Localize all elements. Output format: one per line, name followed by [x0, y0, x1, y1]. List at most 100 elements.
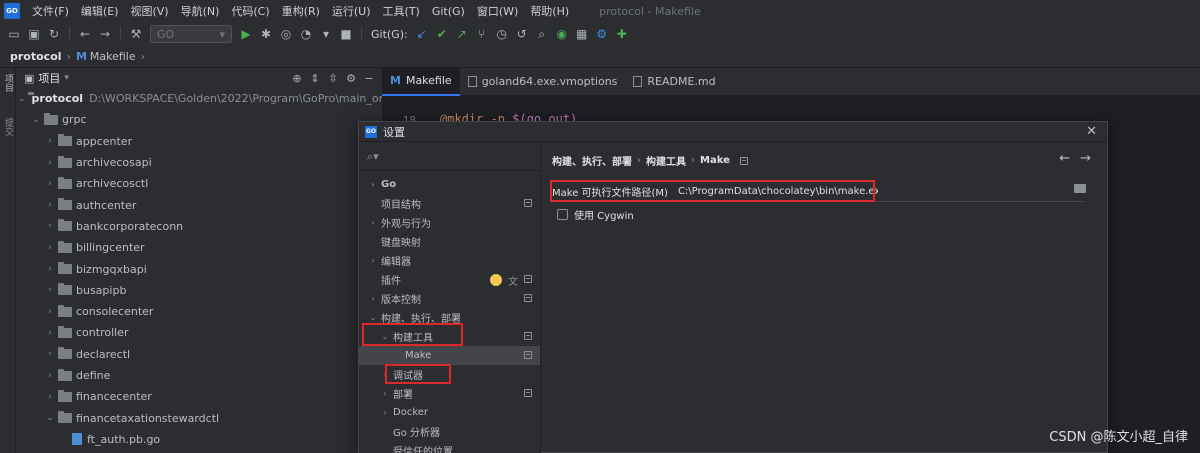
tab-makefile[interactable]: M Makefile: [382, 67, 460, 96]
settings-search-input[interactable]: [382, 150, 523, 163]
tree-folder[interactable]: › appcenter: [16, 131, 382, 152]
tree-file[interactable]: ft_auth.pb.go: [16, 429, 382, 450]
save-icon[interactable]: ▣: [24, 24, 44, 44]
nav-item-build-execution-deployment[interactable]: ⌄ 构建、执行、部署: [359, 308, 540, 327]
tree-folder[interactable]: › bizmgqxbapi: [16, 258, 382, 279]
menu-file[interactable]: 文件(F): [26, 3, 75, 19]
chevron-right-icon[interactable]: ›: [44, 264, 56, 274]
nav-item-vcs[interactable]: › 版本控制: [359, 289, 540, 308]
pane-breadcrumb-item[interactable]: 构建工具: [646, 153, 686, 168]
git-history-icon[interactable]: ◷: [492, 24, 512, 44]
chevron-right-icon[interactable]: ›: [44, 158, 56, 168]
more-run-icon[interactable]: ▾: [316, 24, 336, 44]
sync-icon[interactable]: ↻: [44, 24, 64, 44]
forward-arrow-icon[interactable]: →: [1080, 151, 1091, 166]
back-icon[interactable]: ←: [75, 24, 95, 44]
chevron-right-icon[interactable]: ›: [44, 371, 56, 381]
profile-icon[interactable]: ◔: [296, 24, 316, 44]
git-commit-icon[interactable]: ✔: [432, 24, 452, 44]
chevron-right-icon[interactable]: ›: [44, 243, 56, 253]
menu-view[interactable]: 视图(V): [124, 3, 174, 19]
debug-icon[interactable]: ✱: [256, 24, 276, 44]
breadcrumb-file[interactable]: Makefile: [90, 50, 136, 63]
search-icon[interactable]: ⌕: [532, 24, 552, 44]
nav-item-keymap[interactable]: 键盘映射: [359, 232, 540, 251]
nav-item-go-profiler[interactable]: Go 分析器: [359, 422, 540, 441]
tree-folder[interactable]: › controller: [16, 322, 382, 343]
nav-item-deployment[interactable]: › 部署: [359, 384, 540, 403]
menu-edit[interactable]: 编辑(E): [75, 3, 125, 19]
nav-item-editor[interactable]: › 编辑器: [359, 251, 540, 270]
tree-folder[interactable]: › financecenter: [16, 386, 382, 407]
settings-icon[interactable]: ⚙: [592, 24, 612, 44]
nav-item-go[interactable]: › Go: [359, 175, 540, 194]
git-rollback-icon[interactable]: ↺: [512, 24, 532, 44]
expand-all-icon[interactable]: ⇕: [306, 70, 324, 86]
tree-folder[interactable]: › declarectl: [16, 344, 382, 365]
run-icon[interactable]: ▶: [236, 24, 256, 44]
breadcrumb-project[interactable]: protocol: [10, 50, 62, 63]
cygwin-option[interactable]: 使用 Cygwin: [557, 207, 634, 222]
collapse-all-icon[interactable]: ⇳: [324, 70, 342, 86]
menu-tools[interactable]: 工具(T): [377, 3, 426, 19]
menu-navigate[interactable]: 导航(N): [175, 3, 226, 19]
menu-code[interactable]: 代码(C): [225, 3, 275, 19]
tree-folder-grpc[interactable]: ⌄ grpc: [16, 109, 382, 130]
tab-vmoptions[interactable]: goland64.exe.vmoptions: [460, 68, 626, 96]
nav-item-make[interactable]: Make: [359, 346, 540, 365]
chevron-right-icon[interactable]: ›: [44, 200, 56, 210]
chevron-right-icon[interactable]: ›: [44, 307, 56, 317]
nav-item-plugins[interactable]: 插件 文: [359, 270, 540, 289]
chevron-right-icon[interactable]: ›: [44, 392, 56, 402]
chevron-right-icon[interactable]: ›: [44, 349, 56, 359]
gear-icon[interactable]: ⚙: [342, 70, 360, 86]
make-path-input[interactable]: [677, 185, 878, 197]
nav-item-project-structure[interactable]: 项目结构: [359, 194, 540, 213]
git-update-icon[interactable]: ↙: [412, 24, 432, 44]
chevron-down-icon[interactable]: ⌄: [18, 94, 26, 104]
forward-icon[interactable]: →: [95, 24, 115, 44]
menu-git[interactable]: Git(G): [426, 5, 471, 18]
close-icon[interactable]: ✕: [1086, 124, 1097, 139]
chevron-down-icon[interactable]: ⌄: [30, 115, 42, 125]
git-branch-icon[interactable]: ⑂: [472, 24, 492, 44]
tree-folder[interactable]: ⌄ financetaxationstewardctl: [16, 407, 382, 428]
back-arrow-icon[interactable]: ←: [1059, 151, 1070, 166]
open-folder-icon[interactable]: ▭: [4, 24, 24, 44]
tree-root[interactable]: ⌄ protocol D:\WORKSPACE\Golden\2022\Prog…: [16, 88, 433, 109]
nav-item-debugger[interactable]: › 调试器: [359, 365, 540, 384]
stop-icon[interactable]: ■: [336, 24, 356, 44]
menu-window[interactable]: 窗口(W): [471, 3, 524, 19]
tree-folder[interactable]: › authcenter: [16, 194, 382, 215]
stripe-commit-tab[interactable]: 提交: [3, 118, 13, 136]
menu-refactor[interactable]: 重构(R): [276, 3, 326, 19]
build-hammer-icon[interactable]: ⚒: [126, 24, 146, 44]
nav-item-trusted-locations[interactable]: 受信任的位置: [359, 441, 540, 453]
browse-folder-icon[interactable]: [1074, 184, 1086, 193]
services-icon[interactable]: ◉: [552, 24, 572, 44]
chevron-right-icon[interactable]: ›: [44, 221, 56, 231]
tree-folder[interactable]: › busapipb: [16, 280, 382, 301]
cygwin-checkbox[interactable]: [557, 209, 568, 220]
chevron-right-icon[interactable]: ›: [44, 328, 56, 338]
tree-folder[interactable]: › bankcorporateconn: [16, 216, 382, 237]
run-config-select[interactable]: GO ▾: [150, 25, 232, 43]
menu-help[interactable]: 帮助(H): [524, 3, 575, 19]
tree-folder[interactable]: › consolecenter: [16, 301, 382, 322]
chevron-right-icon[interactable]: ›: [44, 136, 56, 146]
structure-icon[interactable]: ▦: [572, 24, 592, 44]
nav-item-docker[interactable]: › Docker: [359, 403, 540, 422]
coverage-icon[interactable]: ◎: [276, 24, 296, 44]
chevron-right-icon[interactable]: ›: [44, 179, 56, 189]
plugins-icon[interactable]: ✚: [612, 24, 632, 44]
chevron-down-icon[interactable]: ⌄: [44, 413, 56, 423]
nav-item-appearance[interactable]: › 外观与行为: [359, 213, 540, 232]
git-push-icon[interactable]: ↗: [452, 24, 472, 44]
nav-item-build-tools[interactable]: ⌄ 构建工具: [359, 327, 540, 346]
stripe-project-tab[interactable]: 项目: [3, 74, 13, 92]
pane-breadcrumb-item[interactable]: 构建、执行、部署: [552, 153, 632, 168]
locate-icon[interactable]: ⊕: [288, 70, 306, 86]
chevron-down-icon[interactable]: ▾: [64, 73, 69, 83]
tree-folder[interactable]: › archivecosctl: [16, 173, 382, 194]
menu-run[interactable]: 运行(U): [326, 3, 377, 19]
